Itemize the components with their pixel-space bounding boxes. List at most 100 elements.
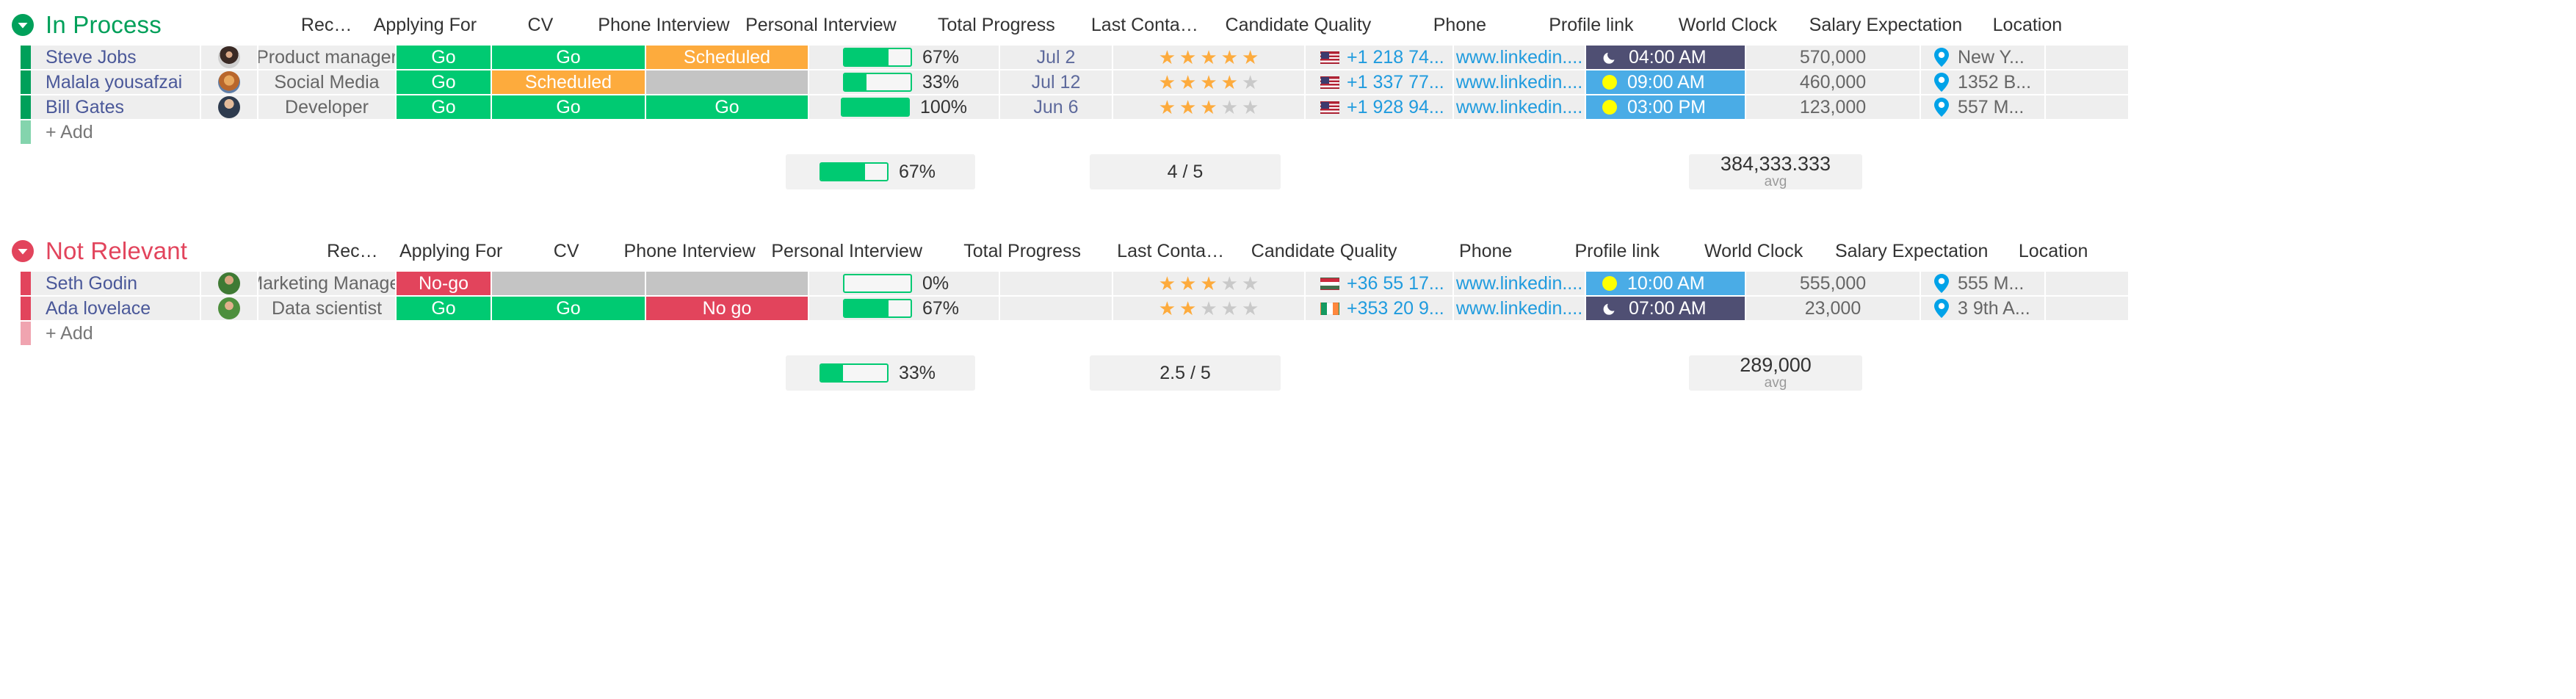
star-icon[interactable]: ★ <box>1179 299 1196 318</box>
summary-candidate-quality[interactable]: 2.5 / 5 <box>1090 355 1281 391</box>
candidate-quality-cell[interactable]: ★ ★ ★ ★ ★ <box>1113 95 1306 119</box>
phone-cell[interactable]: +1 928 94... <box>1306 95 1454 119</box>
column-header-location[interactable]: Location <box>1972 15 2083 36</box>
star-icon[interactable]: ★ <box>1221 73 1238 92</box>
recruiter-cell[interactable] <box>201 272 258 295</box>
star-icon[interactable]: ★ <box>1221 98 1238 117</box>
world-clock-cell[interactable]: 03:00 PM <box>1586 95 1746 119</box>
add-column-cell[interactable] <box>2046 95 2130 119</box>
personal-interview-status-cell[interactable]: No go <box>646 297 809 320</box>
applying-for-cell[interactable]: Data scientist <box>258 297 397 320</box>
star-icon[interactable]: ★ <box>1200 299 1217 318</box>
recruiter-cell[interactable] <box>201 46 258 69</box>
star-icon[interactable]: ★ <box>1221 274 1238 293</box>
last-contact-cell[interactable] <box>1000 297 1113 320</box>
cv-status-cell[interactable]: Go <box>397 70 492 94</box>
last-contact-cell[interactable] <box>1000 272 1113 295</box>
phone-interview-status-cell[interactable] <box>492 272 646 295</box>
personal-interview-status-cell[interactable]: Go <box>646 95 809 119</box>
star-icon[interactable]: ★ <box>1159 274 1176 293</box>
total-progress-cell[interactable]: 67% <box>809 297 1000 320</box>
column-header-applying[interactable]: Applying For <box>383 241 519 262</box>
world-clock-cell[interactable]: 07:00 AM <box>1586 297 1746 320</box>
star-icon[interactable]: ★ <box>1200 98 1217 117</box>
column-header-phone_int[interactable]: Phone Interview <box>587 15 740 36</box>
star-icon[interactable]: ★ <box>1242 274 1259 293</box>
profile-link-cell[interactable]: www.linkedin.... <box>1454 297 1586 320</box>
star-icon[interactable]: ★ <box>1221 48 1238 67</box>
summary-total-progress[interactable]: 67% <box>786 154 975 189</box>
star-icon[interactable]: ★ <box>1179 274 1196 293</box>
world-clock-cell[interactable]: 10:00 AM <box>1586 272 1746 295</box>
candidate-quality-cell[interactable]: ★ ★ ★ ★ ★ <box>1113 272 1306 295</box>
summary-candidate-quality[interactable]: 4 / 5 <box>1090 154 1281 189</box>
star-icon[interactable]: ★ <box>1179 98 1196 117</box>
cv-status-cell[interactable]: No-go <box>397 272 492 295</box>
salary-expectation-cell[interactable]: 23,000 <box>1746 297 1921 320</box>
star-icon[interactable]: ★ <box>1242 98 1259 117</box>
table-row[interactable]: Bill Gates Developer Go Go Go 100% Jun 6 ★ ★ ★ ★ ★ +… <box>0 95 2576 119</box>
last-contact-cell[interactable]: Jul 2 <box>1000 46 1113 69</box>
cv-status-cell[interactable]: Go <box>397 297 492 320</box>
column-header-clock[interactable]: World Clock <box>1657 15 1799 36</box>
applying-for-cell[interactable]: Developer <box>258 95 397 119</box>
column-header-quality[interactable]: Candidate Quality <box>1203 15 1394 36</box>
location-cell[interactable]: 1352 B... <box>1921 70 2046 94</box>
recruiter-cell[interactable] <box>201 297 258 320</box>
group-title[interactable]: Not Relevant <box>46 237 187 265</box>
column-header-cv[interactable]: CV <box>493 15 587 36</box>
summary-salary-expectation[interactable]: 289,000 avg <box>1689 355 1862 391</box>
add-column-cell[interactable] <box>2046 272 2130 295</box>
location-cell[interactable]: 557 M... <box>1921 95 2046 119</box>
column-header-contact[interactable]: Last Contact... <box>1091 15 1203 36</box>
location-cell[interactable]: New Y... <box>1921 46 2046 69</box>
star-icon[interactable]: ★ <box>1159 299 1176 318</box>
phone-interview-status-cell[interactable]: Scheduled <box>492 70 646 94</box>
star-icon[interactable]: ★ <box>1200 73 1217 92</box>
column-header-phone_int[interactable]: Phone Interview <box>613 241 766 262</box>
column-header-contact[interactable]: Last Contact... <box>1117 241 1229 262</box>
candidate-quality-cell[interactable]: ★ ★ ★ ★ ★ <box>1113 297 1306 320</box>
row-name[interactable]: Steve Jobs <box>31 46 201 69</box>
world-clock-cell[interactable]: 09:00 AM <box>1586 70 1746 94</box>
column-header-pers_int[interactable]: Personal Interview <box>766 241 927 262</box>
column-header-salary[interactable]: Salary Expectation <box>1799 15 1972 36</box>
column-header-cv[interactable]: CV <box>519 241 613 262</box>
add-row[interactable]: + Add <box>0 322 2576 345</box>
column-header-progress[interactable]: Total Progress <box>927 241 1117 262</box>
column-header-location[interactable]: Location <box>1998 241 2108 262</box>
star-icon[interactable]: ★ <box>1179 48 1196 67</box>
star-icon[interactable]: ★ <box>1159 73 1176 92</box>
cv-status-cell[interactable]: Go <box>397 46 492 69</box>
star-icon[interactable]: ★ <box>1221 299 1238 318</box>
total-progress-cell[interactable]: 0% <box>809 272 1000 295</box>
column-header-phone[interactable]: Phone <box>1419 241 1552 262</box>
add-column-cell[interactable] <box>2046 46 2130 69</box>
add-column-cell[interactable] <box>2046 70 2130 94</box>
star-icon[interactable]: ★ <box>1242 73 1259 92</box>
star-icon[interactable]: ★ <box>1242 299 1259 318</box>
summary-total-progress[interactable]: 33% <box>786 355 975 391</box>
total-progress-cell[interactable]: 33% <box>809 70 1000 94</box>
add-item-button[interactable]: + Add <box>31 120 394 144</box>
table-row[interactable]: Ada lovelace Data scientist Go Go No go 67% ★ ★… <box>0 297 2576 320</box>
add-item-button[interactable]: + Add <box>31 322 394 345</box>
star-icon[interactable]: ★ <box>1159 48 1176 67</box>
star-icon[interactable]: ★ <box>1200 274 1217 293</box>
phone-cell[interactable]: +353 20 9... <box>1306 297 1454 320</box>
candidate-quality-cell[interactable]: ★ ★ ★ ★ ★ <box>1113 70 1306 94</box>
phone-cell[interactable]: +1 218 74... <box>1306 46 1454 69</box>
column-header-recruiter[interactable]: Recruiter <box>327 241 383 262</box>
world-clock-cell[interactable]: 04:00 AM <box>1586 46 1746 69</box>
row-name[interactable]: Malala yousafzai <box>31 70 201 94</box>
salary-expectation-cell[interactable]: 555,000 <box>1746 272 1921 295</box>
phone-cell[interactable]: +36 55 17... <box>1306 272 1454 295</box>
column-header-pers_int[interactable]: Personal Interview <box>740 15 902 36</box>
personal-interview-status-cell[interactable] <box>646 70 809 94</box>
total-progress-cell[interactable]: 67% <box>809 46 1000 69</box>
location-cell[interactable]: 555 M... <box>1921 272 2046 295</box>
column-header-recruiter[interactable]: Recruiter <box>301 15 357 36</box>
star-icon[interactable]: ★ <box>1200 48 1217 67</box>
column-header-phone[interactable]: Phone <box>1394 15 1526 36</box>
cv-status-cell[interactable]: Go <box>397 95 492 119</box>
